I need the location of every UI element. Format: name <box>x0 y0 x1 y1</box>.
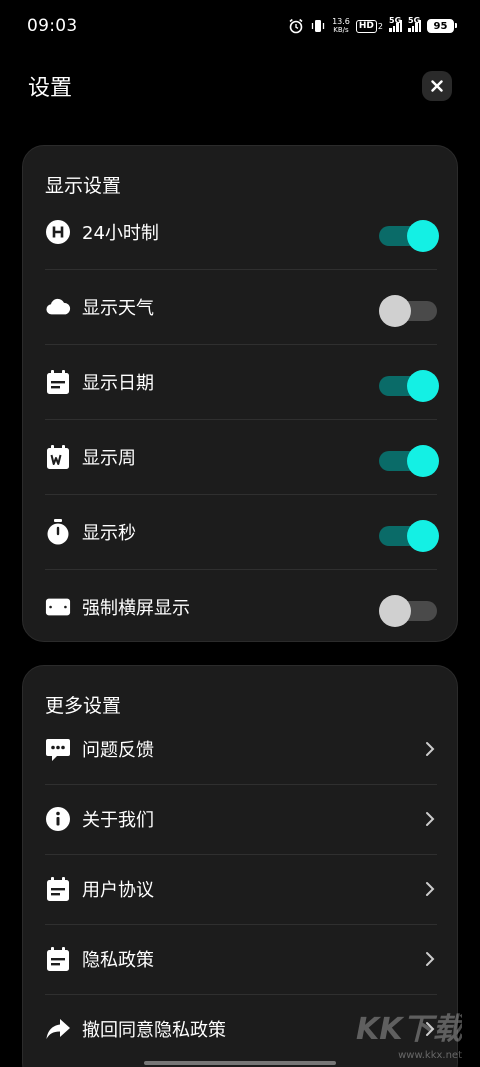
share-arrow-icon <box>45 1016 71 1042</box>
setting-label: 24小时制 <box>82 222 159 244</box>
toggle-week[interactable] <box>379 442 439 477</box>
setting-label: 显示秒 <box>82 522 136 544</box>
status-bar: 09:03 13.6 KB/s HD 2 5G 5G 95 <box>0 0 480 52</box>
setting-row-24h: 24小时制 <box>45 194 439 269</box>
toggle-date[interactable] <box>379 367 439 402</box>
toggle-seconds[interactable] <box>379 517 439 552</box>
setting-row-seconds: 显示秒 <box>45 494 439 569</box>
setting-row-week: 显示周 <box>45 419 439 494</box>
calendar-week-icon <box>45 444 71 470</box>
setting-row-date: 显示日期 <box>45 344 439 419</box>
chevron-right-icon <box>423 809 437 829</box>
watermark-url: www.kkx.net <box>398 1050 462 1061</box>
menu-label: 用户协议 <box>82 880 154 901</box>
chevron-right-icon <box>423 879 437 899</box>
document-icon <box>45 946 71 972</box>
chevron-right-icon <box>423 739 437 759</box>
toggle-24h[interactable] <box>379 217 439 252</box>
close-button[interactable] <box>422 71 452 101</box>
menu-row-feedback[interactable]: 问题反馈 <box>45 714 437 784</box>
chevron-right-icon <box>423 949 437 969</box>
watermark-graphic: KK下载 <box>356 1012 466 1047</box>
h-circle-icon <box>45 219 71 245</box>
display-settings-card: 显示设置 24小时制 显示天气 显示日期 显示周 显示秒 强制横屏显示 <box>22 145 458 642</box>
menu-label: 问题反馈 <box>82 740 154 761</box>
menu-row-privacy-policy[interactable]: 隐私政策 <box>45 924 437 994</box>
status-icons: 13.6 KB/s HD 2 5G 5G 95 <box>288 16 457 35</box>
stopwatch-icon <box>45 518 71 545</box>
header: 设置 <box>0 66 480 106</box>
setting-row-landscape: 强制横屏显示 <box>45 569 437 644</box>
info-icon <box>45 806 71 832</box>
alarm-icon <box>288 18 304 34</box>
feedback-icon <box>45 736 71 762</box>
vibrate-icon <box>310 18 326 34</box>
setting-row-weather: 显示天气 <box>45 269 437 344</box>
clock: 09:03 <box>27 16 78 36</box>
toggle-weather[interactable] <box>379 292 437 327</box>
close-icon <box>431 80 443 92</box>
setting-label: 显示天气 <box>82 297 154 319</box>
network-speed: 13.6 KB/s <box>332 17 350 35</box>
calendar-icon <box>45 369 71 395</box>
battery-icon: 95 <box>427 19 457 33</box>
document-icon <box>45 876 71 902</box>
signal-1-icon: 5G <box>389 16 402 32</box>
setting-label: 显示日期 <box>82 372 154 394</box>
watermark-logo: KK下载 www.kkx.net <box>352 1005 466 1063</box>
page-title: 设置 <box>28 76 73 101</box>
setting-label: 强制横屏显示 <box>82 597 190 619</box>
cloud-icon <box>45 294 71 320</box>
signal-2-icon: 5G <box>408 16 421 32</box>
menu-row-about[interactable]: 关于我们 <box>45 784 437 854</box>
setting-label: 显示周 <box>82 447 136 469</box>
toggle-landscape[interactable] <box>379 592 437 627</box>
home-indicator[interactable] <box>144 1061 336 1065</box>
menu-row-user-agreement[interactable]: 用户协议 <box>45 854 437 924</box>
hd-voice-icon: HD 2 <box>355 19 383 33</box>
landscape-icon <box>45 594 71 620</box>
menu-label: 隐私政策 <box>82 950 154 971</box>
svg-text:KK下载: KK下载 <box>356 1012 462 1047</box>
menu-label: 关于我们 <box>82 810 154 831</box>
